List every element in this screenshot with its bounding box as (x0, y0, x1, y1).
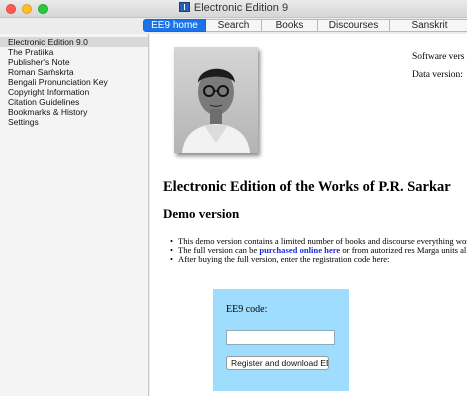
page-heading: Electronic Edition of the Works of P.R. … (163, 179, 451, 195)
sidebar-item-pratiika[interactable]: The Pratiika (0, 47, 148, 57)
register-download-button[interactable]: Register and download EE9 (226, 356, 329, 370)
software-version-label: Software vers (412, 52, 465, 62)
tab-discourses[interactable]: Discourses (318, 19, 390, 32)
bullet-registration-note: After buying the full version, enter the… (170, 255, 467, 265)
sidebar-item-roman-samskrta[interactable]: Roman Saḿskrta (0, 67, 148, 77)
sidebar-item-publishers-note[interactable]: Publisher's Note (0, 57, 148, 67)
sidebar-item-bookmarks-history[interactable]: Bookmarks & History (0, 107, 148, 117)
page-subheading: Demo version (163, 206, 240, 221)
info-bullets: This demo version contains a limited num… (170, 237, 467, 265)
sidebar-item-electronic-edition[interactable]: Electronic Edition 9.0 (0, 37, 148, 47)
sidebar-item-bengali-pronunciation[interactable]: Bengali Pronunciation Key (0, 77, 148, 87)
tab-books[interactable]: Books (262, 19, 318, 32)
registration-panel: EE9 code: Register and download EE9 (213, 289, 349, 391)
title-bar: Electronic Edition 9 (0, 0, 467, 18)
sidebar-item-copyright[interactable]: Copyright Information (0, 87, 148, 97)
window-title-area: Electronic Edition 9 (0, 2, 467, 14)
data-version-label: Data version: (412, 70, 463, 80)
version-info: Software vers Data version: (412, 48, 465, 84)
ee9-code-label: EE9 code: (226, 304, 268, 315)
window-title: Electronic Edition 9 (193, 2, 289, 14)
author-portrait (174, 47, 258, 153)
book-app-icon (178, 2, 190, 12)
tab-ee9-home[interactable]: EE9 home (143, 19, 206, 32)
sidebar: Electronic Edition 9.0 The Pratiika Publ… (0, 34, 149, 396)
tab-search[interactable]: Search (206, 19, 262, 32)
tab-sanskrit[interactable]: Sanskrit (390, 19, 467, 32)
sidebar-item-settings[interactable]: Settings (0, 117, 148, 127)
sidebar-item-citation[interactable]: Citation Guidelines (0, 97, 148, 107)
tab-bar: EE9 home Search Books Discourses Sanskri… (143, 19, 467, 33)
ee9-code-input[interactable] (226, 330, 335, 345)
main-content: Software vers Data version: Electronic E… (150, 34, 467, 396)
sidebar-list: Electronic Edition 9.0 The Pratiika Publ… (0, 34, 148, 127)
